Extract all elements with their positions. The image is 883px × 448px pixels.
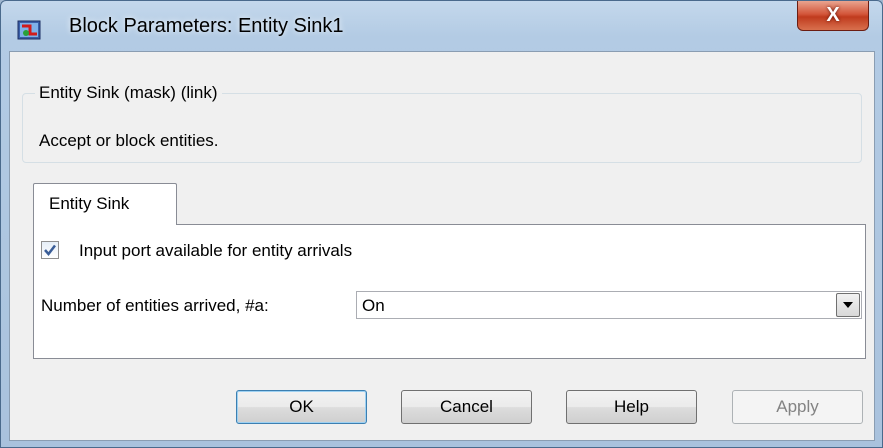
close-button[interactable]: X [797,1,869,31]
cancel-button[interactable]: Cancel [401,390,532,424]
title-bar[interactable]: Block Parameters: Entity Sink1 X [1,1,883,51]
dialog-window: Block Parameters: Entity Sink1 X Entity … [0,0,883,448]
checkmark-icon [44,244,56,256]
entities-arrived-dropdown[interactable]: On [356,291,862,319]
help-button[interactable]: Help [566,390,697,424]
entities-arrived-label: Number of entities arrived, #a: [41,296,269,315]
input-port-checkbox[interactable] [41,241,59,259]
apply-button: Apply [732,390,863,424]
input-port-label: Input port available for entity arrivals [79,241,353,260]
block-description: Accept or block entities. [39,131,219,150]
tab-entity-sink[interactable]: Entity Sink [33,183,177,225]
dropdown-value: On [362,296,385,315]
tab-label: Entity Sink [49,194,130,213]
simulink-block-icon [17,17,43,43]
chevron-down-icon [843,302,853,308]
dropdown-arrow-button[interactable] [836,293,860,317]
group-legend: Entity Sink (mask) (link) [35,83,222,103]
ok-button[interactable]: OK [236,390,367,424]
window-title: Block Parameters: Entity Sink1 [69,15,344,37]
description-group [22,93,862,163]
